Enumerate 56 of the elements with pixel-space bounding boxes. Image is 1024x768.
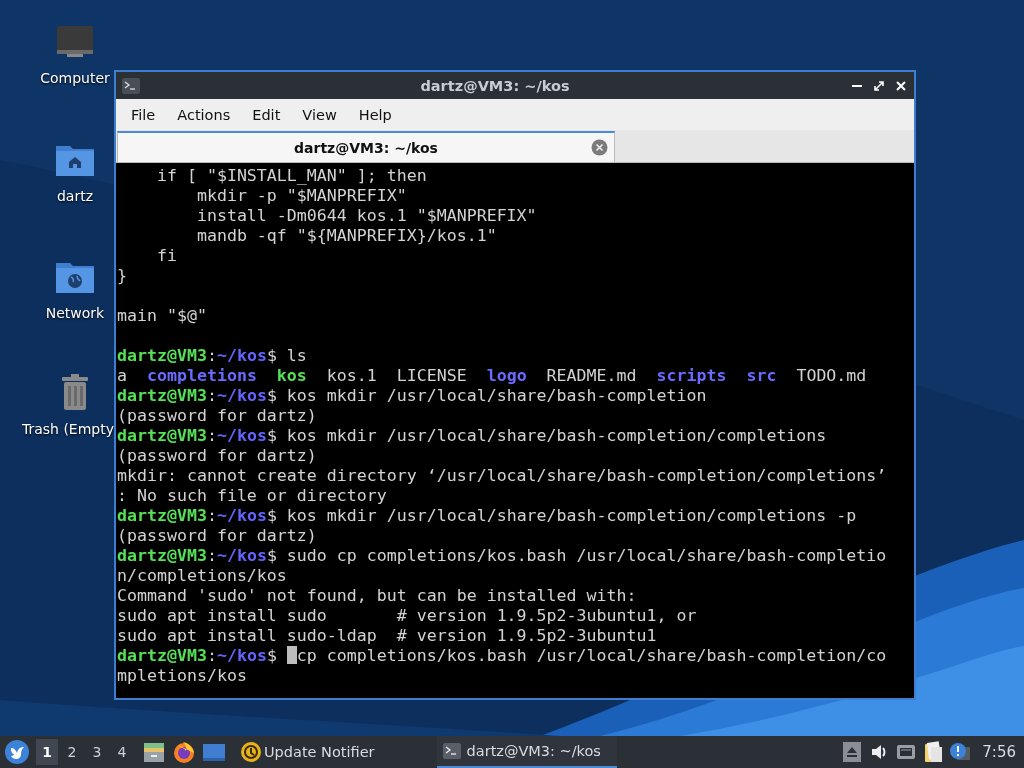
terminal-line: (password for dartz) xyxy=(117,526,318,546)
icon-label: Trash (Empty xyxy=(21,421,114,437)
terminal-line: Command 'sudo' not found, but can be installed with: xyxy=(117,586,638,606)
terminal-line: mkdir: cannot create directory ‘/usr/local/share/bash-completion/completions’ xyxy=(117,466,888,486)
terminal-line: mandb -qf "${MANPREFIX}/kos.1" xyxy=(195,226,498,246)
terminal-line: (password for dartz) xyxy=(117,446,318,466)
icon-label: dartz xyxy=(56,188,94,204)
terminal-text: cp completions/kos.bash /usr/local/share/bash-completion/co xyxy=(296,646,887,665)
close-tab-icon[interactable] xyxy=(591,139,608,156)
close-button[interactable] xyxy=(894,78,908,93)
window-title: dartz@VM3: ~/kos xyxy=(419,77,571,94)
terminal-line: n/completions/kos xyxy=(117,566,288,586)
menu-item[interactable]: View xyxy=(291,106,348,123)
terminal-line: dartz@VM3:~/kos$ kos mkdir /usr/local/share/bash-completion xyxy=(117,386,708,406)
terminal-line: dartz@VM3:~/kos$ kos mkdir /usr/local/share/bash-completion/completions -p xyxy=(117,506,858,526)
menu-item[interactable]: Edit xyxy=(241,106,292,123)
terminal-text: dartz@VM3:~/kos$ xyxy=(117,646,278,665)
terminal-icon xyxy=(122,77,140,94)
text-cursor xyxy=(286,646,297,664)
terminal-line: sudo apt install sudo-ldap # version 1.9.5p2-3ubuntu1 xyxy=(117,626,658,646)
terminal-line: fi xyxy=(155,246,178,266)
menu-item[interactable]: Help xyxy=(347,106,403,123)
workspace-button[interactable]: 1 xyxy=(36,739,58,765)
terminal-icon xyxy=(442,743,461,759)
start-menu-icon[interactable] xyxy=(4,739,30,765)
terminal-line: install -Dm0644 kos.1 "$MANPREFIX" xyxy=(195,206,538,226)
taskbar-task[interactable]: dartz@VM3: ~/kos xyxy=(436,736,617,768)
terminal-line: dartz@VM3:~/kos$ sudo cp completions/kos.bash /usr/local/share/bash-completio xyxy=(117,546,888,566)
terminal-line: if [ "$INSTALL_MAN" ]; then xyxy=(155,166,428,186)
terminal-line: (password for dartz) xyxy=(117,406,318,426)
menu-item[interactable]: Actions xyxy=(166,106,242,123)
terminal-line: dartz@VM3:~/kos$ kos mkdir /usr/local/share/bash-completion/completions xyxy=(117,426,828,446)
terminal-line: a completions kos kos.1 LICENSE logo README.md scripts src TODO.md xyxy=(117,366,868,386)
update-notifier-button[interactable]: Update Notifier xyxy=(240,741,375,763)
tab[interactable]: dartz@VM3: ~/kos xyxy=(117,131,615,162)
menu-item[interactable]: File xyxy=(120,106,167,123)
workspace-button[interactable]: 2 xyxy=(61,739,83,765)
workspace-button[interactable]: 4 xyxy=(111,739,133,765)
terminal-line: mkdir -p "$MANPREFIX" xyxy=(195,186,408,206)
terminal-line: : No such file or directory xyxy=(117,486,388,506)
terminal-line: } xyxy=(117,266,128,286)
eject-icon[interactable] xyxy=(841,741,864,763)
file-cabinet-icon[interactable] xyxy=(142,740,166,764)
terminal-line: main "$@" xyxy=(117,306,208,326)
workspace-button[interactable]: 3 xyxy=(86,739,108,765)
maximize-button[interactable] xyxy=(872,78,886,93)
clock[interactable]: 7:56 xyxy=(982,743,1016,761)
terminal-line: sudo apt install sudo # version 1.9.5p2-3ubuntu1, or xyxy=(117,606,698,626)
icon-label: Computer xyxy=(40,70,110,86)
notification-icon[interactable] xyxy=(949,741,972,763)
browser-icon[interactable] xyxy=(172,740,196,764)
terminal-line: mpletions/kos xyxy=(117,666,248,686)
update-icon xyxy=(240,741,262,763)
clipboard-icon[interactable] xyxy=(922,741,945,763)
icon-label: Network xyxy=(45,305,105,321)
terminal-line: dartz@VM3:~/kos$ ls xyxy=(117,346,308,366)
